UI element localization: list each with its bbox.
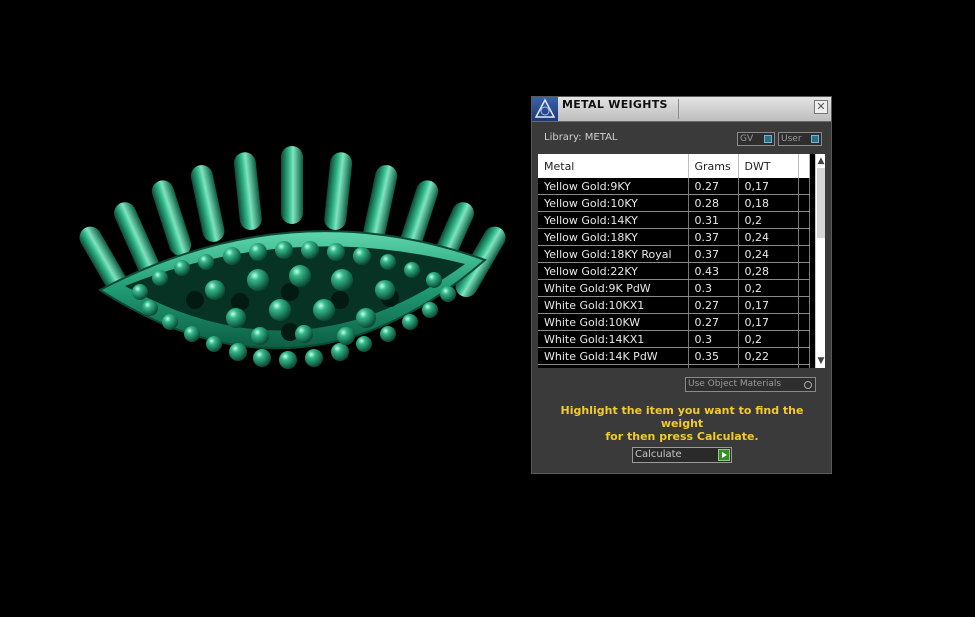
cell-grams: 0.3: [688, 364, 739, 368]
cell-dwt: 0,22: [738, 347, 799, 365]
instruction-text: Highlight the item you want to find the …: [542, 404, 822, 443]
table-row[interactable]: White Gold:14K PdW 0.35 0,22: [538, 347, 810, 365]
column-header-spacer: [798, 154, 810, 178]
table-row[interactable]: Yellow Gold:18KY 0.37 0,24: [538, 228, 810, 246]
cell-grams: 0.31: [688, 211, 739, 229]
cell-metal: Yellow Gold:18KY Royal: [538, 245, 689, 263]
metal-table[interactable]: Metal Grams DWT Yellow Gold:9KY 0.27 0,17 Y…: [538, 154, 825, 368]
cell-metal: Yellow Gold:18KY: [538, 228, 689, 246]
cell-spacer: [798, 245, 810, 263]
cell-grams: 0.37: [688, 228, 739, 246]
gv-toggle[interactable]: GV: [737, 132, 775, 146]
table-row[interactable]: White Gold:14KW0.30,2: [538, 364, 810, 368]
cell-dwt: 0,17: [738, 296, 799, 314]
cell-dwt: 0,24: [738, 228, 799, 246]
title-bar[interactable]: METAL WEIGHTS ✕: [532, 97, 831, 122]
cell-dwt: 0,2: [738, 364, 799, 368]
cell-dwt: 0,17: [738, 313, 799, 331]
table-row[interactable]: White Gold:10KW 0.27 0,17: [538, 313, 810, 331]
cell-dwt: 0,28: [738, 262, 799, 280]
radio-icon[interactable]: [804, 381, 812, 389]
scroll-down-arrow-icon[interactable]: ▼: [817, 356, 825, 366]
cell-spacer: [798, 228, 810, 246]
cell-metal: White Gold:10KX1: [538, 296, 689, 314]
cell-metal: White Gold:9K PdW: [538, 279, 689, 297]
play-arrow-icon: [718, 449, 730, 461]
cell-dwt: 0,2: [738, 279, 799, 297]
column-header-dwt[interactable]: DWT: [738, 154, 799, 178]
table-row[interactable]: Yellow Gold:9KY 0.27 0,17: [538, 178, 810, 195]
cell-spacer: [798, 178, 810, 195]
cell-metal: White Gold:10KW: [538, 313, 689, 331]
gv-toggle-indicator-icon: [764, 135, 772, 143]
cell-spacer: [798, 279, 810, 297]
table-header-row: Metal Grams DWT: [538, 154, 810, 178]
cell-metal: Yellow Gold:10KY: [538, 194, 689, 212]
cell-metal: White Gold:14KW: [538, 364, 689, 368]
cell-dwt: 0,2: [738, 330, 799, 348]
cell-spacer: [798, 330, 810, 348]
cell-grams: 0.27: [688, 296, 739, 314]
cell-metal: Yellow Gold:22KY: [538, 262, 689, 280]
cell-grams: 0.35: [688, 347, 739, 365]
cell-grams: 0.43: [688, 262, 739, 280]
cell-dwt: 0,2: [738, 211, 799, 229]
close-button[interactable]: ✕: [814, 100, 828, 114]
user-toggle-indicator-icon: [811, 135, 819, 143]
cell-dwt: 0,17: [738, 178, 799, 195]
cell-dwt: 0,18: [738, 194, 799, 212]
table-row[interactable]: White Gold:14KX1 0.3 0,2: [538, 330, 810, 348]
cell-spacer: [798, 364, 810, 368]
user-toggle[interactable]: User: [778, 132, 822, 146]
cell-spacer: [798, 313, 810, 331]
cell-grams: 0.3: [688, 279, 739, 297]
table-row[interactable]: Yellow Gold:14KY 0.31 0,2: [538, 211, 810, 229]
cell-metal: White Gold:14KX1: [538, 330, 689, 348]
cell-metal: Yellow Gold:9KY: [538, 178, 689, 195]
gv-toggle-label: GV: [740, 134, 754, 144]
cell-spacer: [798, 347, 810, 365]
user-toggle-label: User: [781, 134, 802, 144]
window-title: METAL WEIGHTS: [562, 98, 668, 111]
table-row[interactable]: Yellow Gold:18KY Royal 0.37 0,24: [538, 245, 810, 263]
use-object-materials-option[interactable]: Use Object Materials: [685, 377, 816, 392]
cell-spacer: [798, 262, 810, 280]
cell-grams: 0.27: [688, 313, 739, 331]
table-row[interactable]: White Gold:10KX1 0.27 0,17: [538, 296, 810, 314]
cell-grams: 0.28: [688, 194, 739, 212]
table-row[interactable]: Yellow Gold:22KY 0.43 0,28: [538, 262, 810, 280]
column-header-grams[interactable]: Grams: [688, 154, 739, 178]
scroll-up-arrow-icon[interactable]: ▲: [817, 156, 825, 166]
calculate-button[interactable]: Calculate: [632, 447, 732, 463]
cell-metal: Yellow Gold:14KY: [538, 211, 689, 229]
matrix-app-icon: [532, 97, 558, 121]
cell-grams: 0.3: [688, 330, 739, 348]
cell-spacer: [798, 296, 810, 314]
table-row[interactable]: Yellow Gold:10KY 0.28 0,18: [538, 194, 810, 212]
use-object-materials-label: Use Object Materials: [688, 379, 782, 389]
library-label: Library: METAL: [544, 132, 618, 143]
instruction-line-2: for then press Calculate.: [605, 430, 759, 443]
cell-dwt: 0,24: [738, 245, 799, 263]
cell-spacer: [798, 194, 810, 212]
title-divider: [678, 99, 679, 119]
cell-grams: 0.37: [688, 245, 739, 263]
cell-spacer: [798, 211, 810, 229]
table-scrollbar[interactable]: ▲ ▼: [815, 154, 825, 368]
scroll-thumb[interactable]: [817, 168, 825, 238]
cell-metal: White Gold:14K PdW: [538, 347, 689, 365]
cell-grams: 0.27: [688, 178, 739, 195]
table-row[interactable]: White Gold:9K PdW 0.3 0,2: [538, 279, 810, 297]
calculate-label: Calculate: [635, 449, 682, 460]
metal-weights-panel: METAL WEIGHTS ✕ Library: METAL GV User M…: [531, 96, 832, 474]
instruction-line-1: Highlight the item you want to find the …: [560, 404, 804, 430]
column-header-metal[interactable]: Metal: [538, 154, 689, 178]
